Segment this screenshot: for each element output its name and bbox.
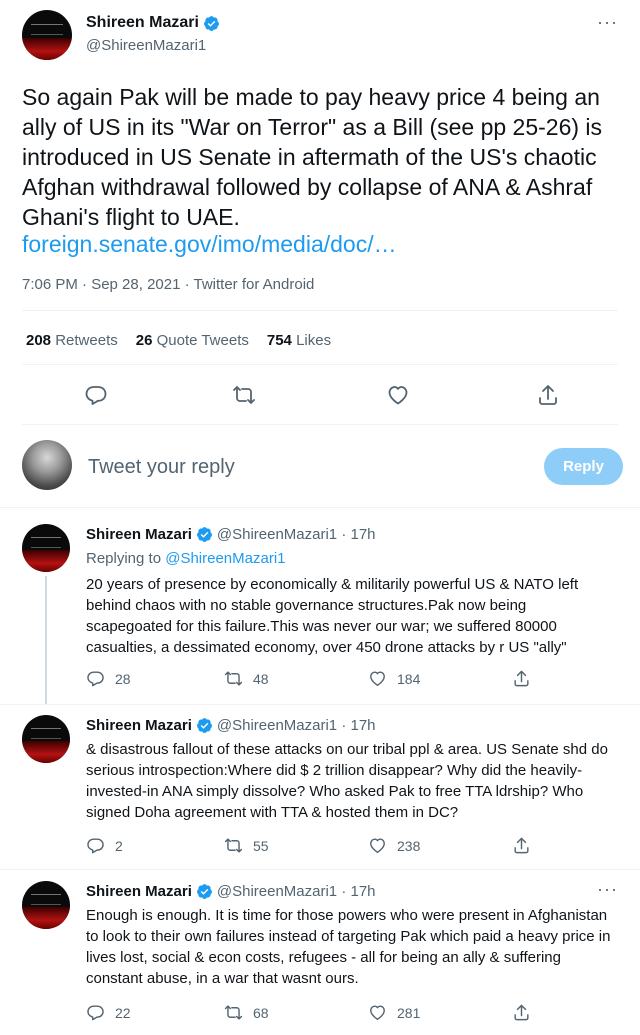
author-name[interactable]: Shireen Mazari <box>86 883 192 900</box>
share-icon <box>512 836 531 855</box>
author-avatar[interactable] <box>22 881 70 929</box>
replying-to-link[interactable]: @ShireenMazari1 <box>165 550 285 567</box>
share-icon <box>512 669 531 688</box>
tweet-header: Shireen Mazari @ShireenMazari1 · 17h <box>86 883 376 900</box>
retweet-icon <box>224 836 243 855</box>
section-divider <box>0 869 640 870</box>
author-handle[interactable]: @ShireenMazari1 <box>86 37 206 54</box>
tweet-timestamp[interactable]: 7:06 PM · Sep 28, 2021 · Twitter for And… <box>22 276 314 293</box>
retweet-icon <box>224 1003 243 1022</box>
like-icon <box>368 836 387 855</box>
retweet-action[interactable]: 55 <box>224 836 269 855</box>
share-action[interactable] <box>512 669 531 688</box>
retweet-action[interactable]: 68 <box>224 1003 269 1022</box>
user-avatar[interactable] <box>22 440 72 490</box>
like-icon <box>368 669 387 688</box>
tweet-text: 20 years of presence by economically & m… <box>86 576 579 656</box>
author-avatar[interactable] <box>22 10 72 60</box>
tweet-actions: 22 68 281 <box>86 1003 546 1025</box>
like-action[interactable]: 238 <box>368 836 420 855</box>
author-handle-time[interactable]: @ShireenMazari1 · 17h <box>217 526 376 543</box>
divider <box>22 424 618 425</box>
reply-action[interactable]: 22 <box>86 1003 131 1022</box>
author-name[interactable]: Shireen Mazari <box>86 526 192 543</box>
section-divider <box>0 507 640 508</box>
verified-badge-icon <box>196 883 213 900</box>
divider <box>22 310 618 311</box>
divider <box>22 364 618 365</box>
tweet-actions: 2 55 238 <box>86 836 546 858</box>
reply-tweet[interactable]: Shireen Mazari @ShireenMazari1 · 17h Rep… <box>0 514 640 704</box>
reply-icon <box>86 1003 105 1022</box>
more-icon[interactable]: ··· <box>597 879 618 900</box>
tweet-text: & disastrous fallout of these attacks on… <box>86 741 608 821</box>
like-icon[interactable] <box>386 383 410 407</box>
author-name-row[interactable]: Shireen Mazari <box>86 14 220 32</box>
reply-input[interactable]: Tweet your reply <box>88 456 235 479</box>
reply-icon <box>86 669 105 688</box>
tweet-actions: 28 48 184 <box>86 669 546 691</box>
reply-tweet[interactable]: Shireen Mazari @ShireenMazari1 · 17h & d… <box>0 705 640 869</box>
quote-tweets-stat[interactable]: 26 Quote Tweets <box>136 332 249 349</box>
share-action[interactable] <box>512 836 531 855</box>
reply-button[interactable]: Reply <box>544 448 623 485</box>
retweet-icon[interactable] <box>232 383 256 407</box>
author-avatar[interactable] <box>22 715 70 763</box>
share-icon <box>512 1003 531 1022</box>
reply-tweet[interactable]: Shireen Mazari @ShireenMazari1 · 17h ···… <box>0 871 640 1035</box>
more-icon[interactable]: ··· <box>597 12 618 33</box>
like-action[interactable]: 184 <box>368 669 420 688</box>
reply-action[interactable]: 2 <box>86 836 123 855</box>
author-handle-time[interactable]: @ShireenMazari1 · 17h <box>217 883 376 900</box>
author-name[interactable]: Shireen Mazari <box>86 14 199 32</box>
reply-icon[interactable] <box>84 383 108 407</box>
replying-to: Replying to @ShireenMazari1 <box>86 550 286 567</box>
reply-action[interactable]: 28 <box>86 669 131 688</box>
tweet-header: Shireen Mazari @ShireenMazari1 · 17h <box>86 526 376 543</box>
tweet-text: Enough is enough. It is time for those p… <box>86 907 611 987</box>
retweets-stat[interactable]: 208 Retweets <box>26 332 118 349</box>
engagement-stats: 208 Retweets 26 Quote Tweets 754 Likes <box>26 332 331 349</box>
author-avatar[interactable] <box>22 524 70 572</box>
verified-badge-icon <box>196 526 213 543</box>
tweet-text: So again Pak will be made to pay heavy p… <box>22 84 603 230</box>
main-action-bar <box>0 379 640 411</box>
tweet-link[interactable]: foreign.senate.gov/imo/media/doc/… <box>22 231 397 258</box>
author-handle-time[interactable]: @ShireenMazari1 · 17h <box>217 717 376 734</box>
likes-stat[interactable]: 754 Likes <box>267 332 331 349</box>
like-icon <box>368 1003 387 1022</box>
verified-badge-icon <box>203 15 220 32</box>
share-icon[interactable] <box>536 383 560 407</box>
main-tweet: Shireen Mazari @ShireenMazari1 ··· So ag… <box>0 0 640 507</box>
verified-badge-icon <box>196 717 213 734</box>
share-action[interactable] <box>512 1003 531 1022</box>
retweet-action[interactable]: 48 <box>224 669 269 688</box>
reply-icon <box>86 836 105 855</box>
thread-line <box>45 576 47 704</box>
author-name[interactable]: Shireen Mazari <box>86 717 192 734</box>
tweet-header: Shireen Mazari @ShireenMazari1 · 17h <box>86 717 376 734</box>
like-action[interactable]: 281 <box>368 1003 420 1022</box>
retweet-icon <box>224 669 243 688</box>
